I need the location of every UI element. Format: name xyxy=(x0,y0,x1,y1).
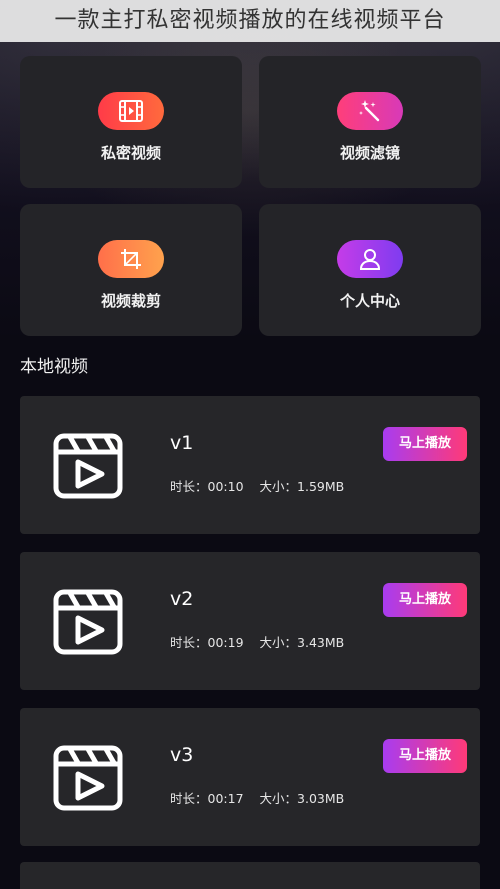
video-card[interactable]: v3 时长：00:17 大小：3.03MB 马上播放 xyxy=(20,708,480,846)
video-clapper-icon xyxy=(52,430,124,502)
video-duration: 时长：00:17 xyxy=(170,791,244,806)
video-card[interactable]: v2 时长：00:19 大小：3.43MB 马上播放 xyxy=(20,552,480,690)
play-now-button[interactable]: 马上播放 xyxy=(383,739,467,773)
video-name: v1 xyxy=(170,432,194,454)
video-clapper-icon xyxy=(52,742,124,814)
title-banner: 一款主打私密视频播放的在线视频平台 xyxy=(0,0,500,42)
magic-wand-icon xyxy=(337,92,403,130)
video-meta: 时长：00:17 大小：3.03MB xyxy=(170,788,344,807)
crop-icon xyxy=(98,240,164,278)
play-now-button[interactable]: 马上播放 xyxy=(383,583,467,617)
video-clapper-icon xyxy=(52,586,124,658)
app-screen: 一款主打私密视频播放的在线视频平台 私密视频 视频滤镜 视频裁剪 个人中心 本地… xyxy=(0,0,500,889)
tile-label: 视频裁剪 xyxy=(100,292,161,310)
tile-private-video[interactable]: 私密视频 xyxy=(20,56,242,188)
tile-label: 视频滤镜 xyxy=(339,144,400,162)
tile-label: 私密视频 xyxy=(100,144,161,162)
video-size: 大小：3.03MB xyxy=(259,791,345,806)
tile-video-crop[interactable]: 视频裁剪 xyxy=(20,204,242,336)
video-meta: 时长：00:10 大小：1.59MB xyxy=(170,476,344,495)
section-title: 本地视频 xyxy=(20,357,88,377)
film-icon xyxy=(98,92,164,130)
video-card[interactable]: v1 时长：00:10 大小：1.59MB 马上播放 xyxy=(20,396,480,534)
video-duration: 时长：00:10 xyxy=(170,479,244,494)
tile-video-filter[interactable]: 视频滤镜 xyxy=(259,56,481,188)
video-duration: 时长：00:19 xyxy=(170,635,244,650)
play-now-button[interactable]: 马上播放 xyxy=(383,427,467,461)
video-card-partial[interactable] xyxy=(20,862,480,889)
user-icon xyxy=(337,240,403,278)
video-size: 大小：3.43MB xyxy=(259,635,345,650)
video-meta: 时长：00:19 大小：3.43MB xyxy=(170,632,344,651)
video-name: v2 xyxy=(170,588,194,610)
video-name: v3 xyxy=(170,744,194,766)
tile-personal-center[interactable]: 个人中心 xyxy=(259,204,481,336)
video-size: 大小：1.59MB xyxy=(259,479,345,494)
tile-label: 个人中心 xyxy=(339,292,400,310)
